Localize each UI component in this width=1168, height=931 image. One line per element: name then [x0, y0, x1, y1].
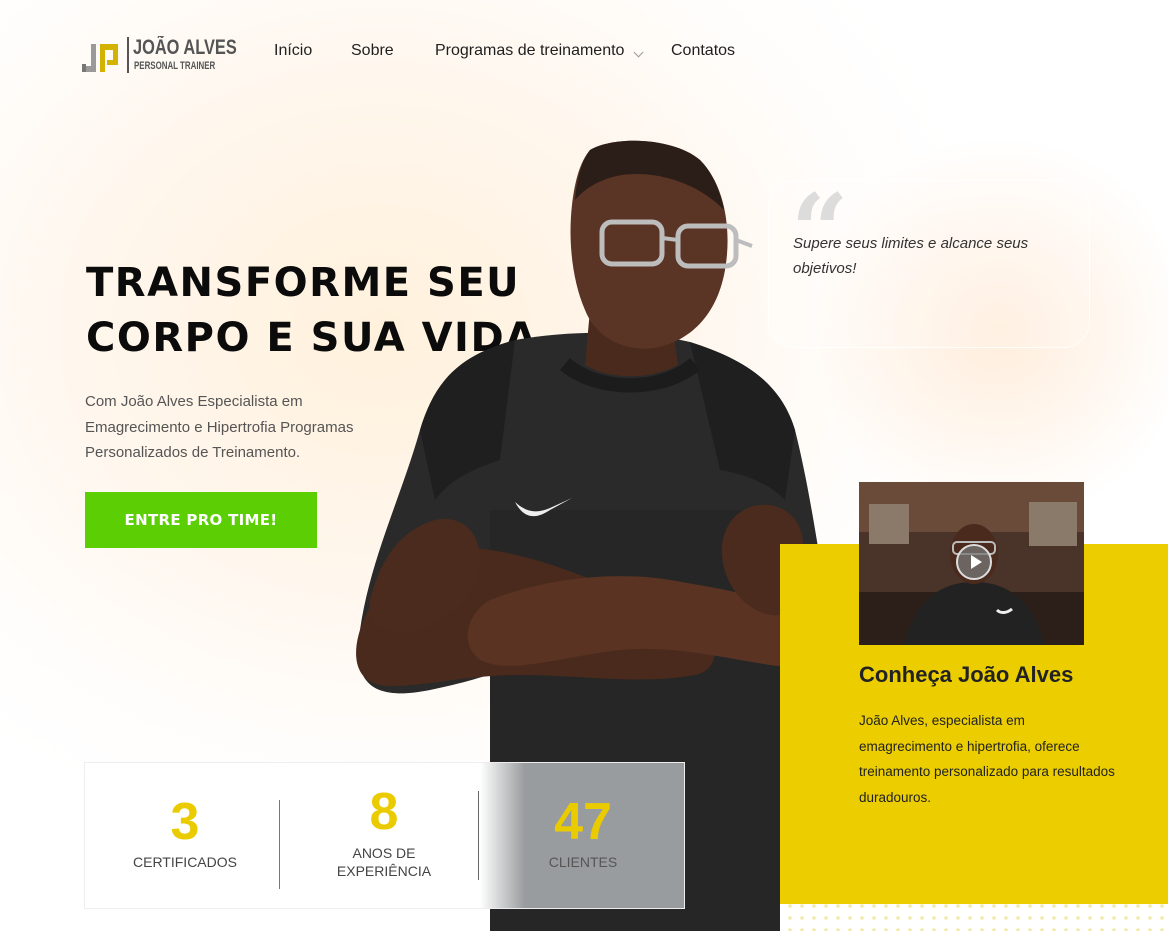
stats-bar: 3 CERTIFICADOS 8 ANOS DE EXPERIÊNCIA 47 … [85, 763, 684, 908]
brand-logo[interactable]: JOÃO ALVES PERSONAL TRAINER [80, 34, 240, 76]
dotted-pattern [780, 900, 1168, 931]
logo-divider [127, 37, 129, 73]
stat-value: 8 [369, 783, 399, 841]
stat-value: 3 [170, 793, 200, 851]
stat-label: CLIENTES [548, 854, 618, 870]
jp-monogram-icon [82, 44, 118, 72]
stat-divider [478, 791, 479, 880]
about-description: João Alves, especialista em emagreciment… [859, 713, 1115, 805]
brand-name: JOÃO ALVES [133, 36, 237, 59]
nav-item-programas[interactable]: Programas de treinamento [435, 42, 624, 60]
stat-label: ANOS DE EXPERIÊNCIA [336, 845, 432, 879]
stat-label: CERTIFICADOS [133, 854, 237, 870]
nav-item-contatos[interactable]: Contatos [671, 42, 735, 60]
quote-card: “ Supere seus limites e alcance seus obj… [768, 180, 1090, 348]
stat-value: 47 [554, 793, 612, 851]
quote-text: Supere seus limites e alcance seus objet… [793, 235, 1029, 277]
brand-subtitle: PERSONAL TRAINER [134, 60, 216, 72]
nav-item-sobre[interactable]: Sobre [351, 42, 394, 60]
stat-anos: 8 ANOS DE EXPERIÊNCIA [286, 763, 482, 908]
nav-item-inicio[interactable]: Início [274, 42, 312, 60]
stat-clientes: 47 CLIENTES [485, 763, 681, 908]
stat-certificados: 3 CERTIFICADOS [87, 763, 283, 908]
chevron-down-icon[interactable] [633, 47, 644, 58]
stat-divider [279, 800, 280, 889]
play-icon[interactable] [956, 544, 992, 580]
cta-button[interactable]: ENTRE PRO TIME! [85, 492, 317, 548]
about-title: Conheça João Alves [859, 662, 1074, 687]
